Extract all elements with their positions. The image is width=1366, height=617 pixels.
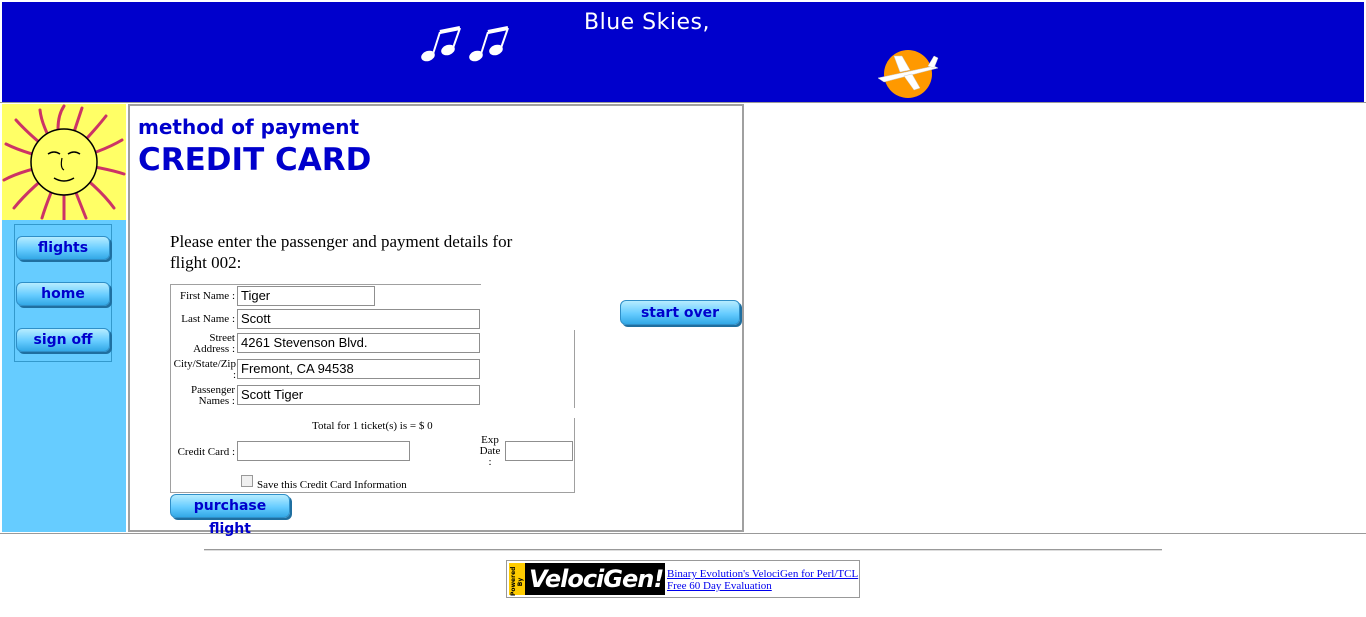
passenger-names-label: Passenger Names : bbox=[172, 385, 235, 407]
instructions-line-1: Please enter the passenger and payment d… bbox=[170, 232, 513, 251]
form-border-top bbox=[170, 284, 481, 285]
form-border-right-lower bbox=[574, 418, 575, 493]
save-card-label: Save this Credit Card Information bbox=[257, 479, 407, 491]
total-price-text: Total for 1 ticket(s) is = $ 0 bbox=[312, 420, 433, 432]
passenger-names-field[interactable]: Scott Tiger bbox=[237, 385, 480, 405]
form-border-bottom bbox=[170, 492, 575, 493]
passenger-label-line-2: Names : bbox=[198, 395, 235, 407]
exp-date-field[interactable] bbox=[505, 441, 573, 461]
badge-strip: Powered By bbox=[509, 563, 525, 596]
footer-divider bbox=[204, 549, 1162, 551]
velocigen-link[interactable]: Binary Evolution's VelociGen for Perl/TC… bbox=[667, 568, 858, 592]
velocigen-link-line-2[interactable]: Free 60 Day Evaluation bbox=[667, 580, 772, 592]
start-over-button[interactable]: start over bbox=[620, 300, 740, 325]
powered-by-box: Powered By VelociGen! Binary Evolution's… bbox=[506, 560, 860, 598]
site-title: Blue Skies, bbox=[584, 10, 710, 35]
home-button[interactable]: home bbox=[16, 282, 110, 306]
city-label-line-1: City/State/Zip bbox=[173, 358, 236, 370]
credit-card-label: Credit Card : bbox=[177, 446, 235, 458]
city-state-zip-field[interactable]: Fremont, CA 94538 bbox=[237, 359, 480, 379]
instructions-text: Please enter the passenger and payment d… bbox=[170, 231, 550, 273]
header-banner: Blue Skies, bbox=[2, 2, 1364, 102]
badge-logo-text: VelociGen! bbox=[529, 565, 664, 593]
street-address-label: Street Address : bbox=[172, 333, 235, 355]
badge-powered-text: Powered By bbox=[510, 566, 524, 596]
first-name-label: First Name : bbox=[180, 290, 235, 302]
street-label-line-2: Address : bbox=[193, 343, 235, 355]
sun-plane-logo-icon bbox=[877, 50, 939, 98]
flights-button[interactable]: flights bbox=[16, 236, 110, 260]
city-label-line-2: : bbox=[232, 369, 236, 381]
section-subtitle: method of payment bbox=[138, 115, 360, 139]
page-title: CREDIT CARD bbox=[138, 142, 372, 178]
first-name-field[interactable]: Tiger bbox=[237, 286, 375, 306]
purchase-flight-button[interactable]: purchase flight bbox=[170, 494, 290, 537]
form-border-right-upper bbox=[574, 330, 575, 408]
last-name-label: Last Name : bbox=[181, 313, 235, 325]
velocigen-badge-icon[interactable]: Powered By VelociGen! bbox=[509, 563, 665, 596]
sun-face-icon bbox=[2, 104, 126, 222]
instructions-line-2: flight 002: bbox=[170, 253, 242, 272]
music-notes-icon bbox=[421, 26, 509, 62]
sign-off-button[interactable]: sign off bbox=[16, 328, 110, 352]
exp-label-line-3: : bbox=[488, 456, 492, 468]
credit-card-field[interactable] bbox=[237, 441, 410, 461]
street-address-field[interactable]: 4261 Stevenson Blvd. bbox=[237, 333, 480, 353]
last-name-field[interactable]: Scott bbox=[237, 309, 480, 329]
exp-date-label: Exp Date : bbox=[476, 435, 504, 468]
form-border-left bbox=[170, 284, 171, 493]
city-state-zip-label: City/State/Zip : bbox=[170, 359, 236, 381]
velocigen-link-line-1[interactable]: Binary Evolution's VelociGen for Perl/TC… bbox=[667, 568, 858, 580]
save-card-checkbox[interactable] bbox=[241, 475, 253, 487]
